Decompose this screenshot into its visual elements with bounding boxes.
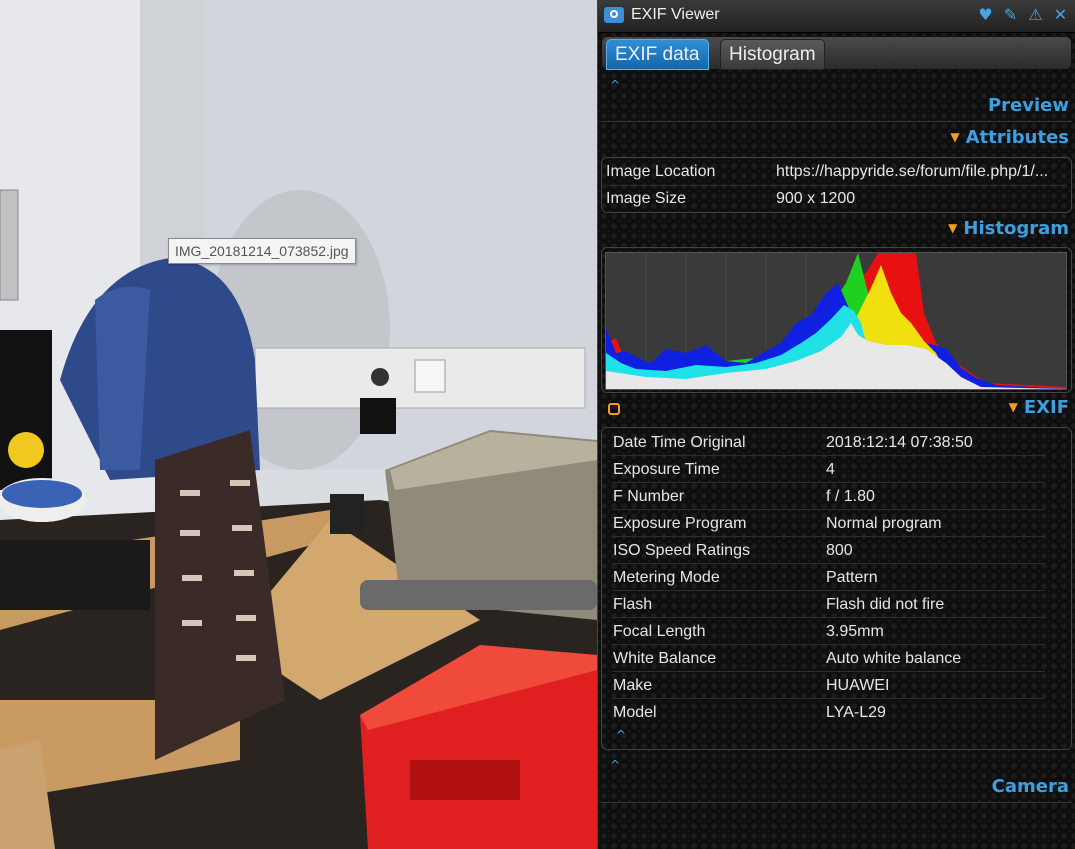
row-divider — [612, 563, 1045, 564]
section-exif[interactable]: ▼ EXIF — [1009, 397, 1069, 418]
section-exif-label: EXIF — [1023, 397, 1069, 418]
office-photo — [0, 0, 597, 849]
camera-icon — [604, 7, 624, 23]
exif-label: Make — [613, 677, 653, 694]
exif-collapse-icon[interactable]: ^ — [616, 728, 626, 742]
exif-label: Flash — [613, 596, 653, 613]
row-divider — [612, 644, 1045, 645]
expand-triangle-icon: ▼ — [1008, 400, 1018, 414]
exif-value: HUAWEI — [826, 677, 890, 694]
expand-triangle-icon: ▼ — [950, 130, 960, 144]
copy-icon[interactable] — [608, 403, 620, 415]
tab-histogram[interactable]: Histogram — [720, 39, 825, 70]
section-preview[interactable]: Preview — [988, 95, 1069, 116]
tab-bar: EXIF data Histogram — [601, 36, 1072, 70]
exif-label: Date Time Original — [613, 434, 746, 451]
attr-value-link[interactable]: https://happyride.se/forum/file.php/1/..… — [776, 163, 1071, 181]
divider — [601, 802, 1072, 803]
row-divider — [612, 671, 1045, 672]
attributes-table: Image Location https://happyride.se/foru… — [601, 157, 1072, 213]
row-divider — [612, 536, 1045, 537]
section-histogram[interactable]: ▼ Histogram — [948, 218, 1069, 239]
exif-value: Pattern — [826, 569, 878, 586]
exif-value: LYA-L29 — [826, 704, 886, 721]
attr-label: Image Location — [606, 163, 716, 180]
exif-value: 800 — [826, 542, 853, 559]
row-divider — [612, 455, 1045, 456]
exif-label: Focal Length — [613, 623, 706, 640]
section-histogram-label: Histogram — [963, 218, 1069, 239]
photo-preview: IMG_20181214_073852.jpg — [0, 0, 597, 849]
row-divider — [612, 698, 1045, 699]
filename-tooltip: IMG_20181214_073852.jpg — [168, 238, 356, 264]
title-bar-actions: ♥ ✎ ⚠ ✕ — [977, 6, 1069, 24]
section-attributes[interactable]: ▼ Attributes — [950, 127, 1069, 148]
exif-label: ISO Speed Ratings — [613, 542, 750, 559]
row-divider — [612, 482, 1045, 483]
preview-collapse-icon[interactable]: ^ — [610, 78, 620, 92]
exif-label: Exposure Time — [613, 461, 720, 478]
title-bar: EXIF Viewer ♥ ✎ ⚠ ✕ — [598, 0, 1075, 33]
warning-icon[interactable]: ⚠ — [1027, 6, 1044, 24]
exif-value: f / 1.80 — [826, 488, 875, 505]
exif-value: Flash did not fire — [826, 596, 945, 613]
section-preview-label: Preview — [987, 95, 1069, 116]
divider — [601, 121, 1072, 122]
app-title: EXIF Viewer — [631, 6, 720, 23]
attr-value: 900 x 1200 — [776, 190, 856, 207]
row-divider — [612, 509, 1045, 510]
histogram-graph — [605, 252, 1067, 390]
camera-collapse-icon[interactable]: ^ — [610, 758, 620, 772]
exif-label: Exposure Program — [613, 515, 747, 532]
exif-value: 3.95mm — [826, 623, 884, 640]
heart-icon[interactable]: ♥ — [977, 6, 994, 24]
exif-label: F Number — [613, 488, 685, 505]
row-divider — [606, 185, 1067, 186]
exif-value: 4 — [826, 461, 835, 478]
section-camera-label: Camera — [991, 776, 1069, 797]
exif-viewer-panel: EXIF Viewer ♥ ✎ ⚠ ✕ EXIF data Histogram … — [597, 0, 1075, 849]
tab-exif-data[interactable]: EXIF data — [606, 39, 709, 70]
exif-value: 2018:12:14 07:38:50 — [826, 434, 973, 451]
row-divider — [612, 617, 1045, 618]
exif-label: Metering Mode — [613, 569, 720, 586]
expand-triangle-icon: ▼ — [948, 221, 958, 235]
close-icon[interactable]: ✕ — [1052, 6, 1069, 24]
row-divider — [612, 590, 1045, 591]
exif-label: Model — [613, 704, 657, 721]
section-camera[interactable]: Camera — [992, 776, 1069, 797]
wrench-icon[interactable]: ✎ — [1002, 6, 1019, 24]
attr-label: Image Size — [606, 190, 687, 207]
exif-value: Auto white balance — [826, 650, 962, 667]
section-attributes-label: Attributes — [965, 127, 1069, 148]
histogram-svg — [606, 253, 1066, 389]
exif-label: White Balance — [613, 650, 717, 667]
exif-table: Date Time Original 2018:12:14 07:38:50 E… — [601, 427, 1072, 750]
exif-value: Normal program — [826, 515, 942, 532]
